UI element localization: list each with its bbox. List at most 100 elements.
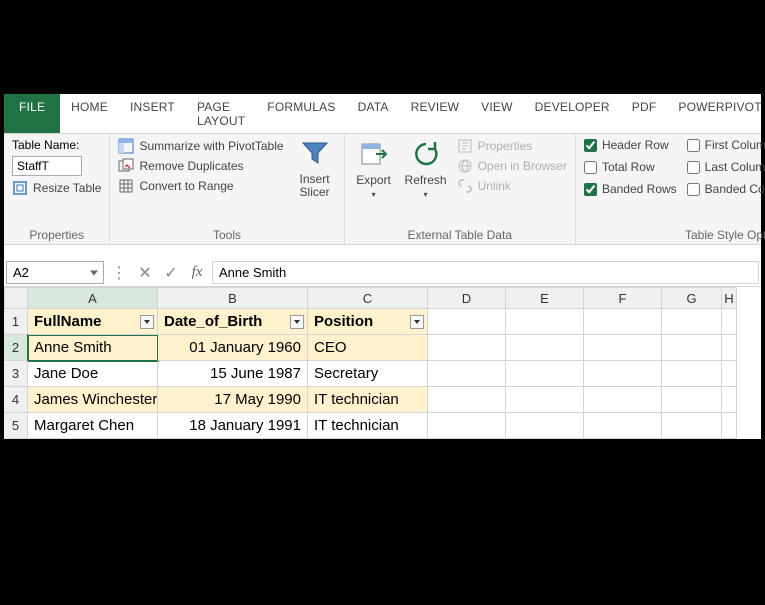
name-box[interactable] (6, 261, 104, 284)
total-row-check[interactable]: Total Row (584, 160, 677, 174)
cell-d3[interactable] (428, 361, 506, 387)
unlink-icon (457, 178, 473, 194)
cell-g2[interactable] (662, 335, 722, 361)
tab-view[interactable]: VIEW (470, 94, 523, 133)
cell-d4[interactable] (428, 387, 506, 413)
tab-review[interactable]: REVIEW (400, 94, 471, 133)
tab-file[interactable]: FILE (4, 94, 60, 133)
cell-f1[interactable] (584, 309, 662, 335)
group-label-properties: Properties (12, 225, 101, 244)
cell-c3[interactable]: Secretary (308, 361, 428, 387)
banded-rows-check[interactable]: Banded Rows (584, 182, 677, 196)
col-header-g[interactable]: G (662, 287, 722, 309)
col-header-h[interactable]: H (722, 287, 737, 309)
select-all-corner[interactable] (4, 287, 28, 309)
tab-pdf[interactable]: PDF (621, 94, 668, 133)
cancel-edit-button[interactable]: ✕ (134, 262, 156, 284)
cell-g1[interactable] (662, 309, 722, 335)
insert-function-button[interactable]: fx (186, 262, 208, 284)
row-header-5[interactable]: 5 (4, 413, 28, 439)
col-header-e[interactable]: E (506, 287, 584, 309)
cell-h1[interactable] (722, 309, 737, 335)
cell-a1[interactable]: FullName (28, 309, 158, 335)
cell-g5[interactable] (662, 413, 722, 439)
table-name-input[interactable] (12, 156, 82, 176)
col-header-f[interactable]: F (584, 287, 662, 309)
cell-a3[interactable]: Jane Doe (28, 361, 158, 387)
range-icon (118, 178, 134, 194)
header-row-check[interactable]: Header Row (584, 138, 677, 152)
summarize-pivot-button[interactable]: Summarize with PivotTable (118, 138, 283, 154)
cell-c5[interactable]: IT technician (308, 413, 428, 439)
banded-columns-check[interactable]: Banded Columns (687, 182, 765, 196)
cell-h3[interactable] (722, 361, 737, 387)
col-header-c[interactable]: C (308, 287, 428, 309)
col-header-a[interactable]: A (28, 287, 158, 309)
cell-c2[interactable]: CEO (308, 335, 428, 361)
browser-icon (457, 158, 473, 174)
insert-slicer-button[interactable]: Insert Slicer (294, 138, 336, 199)
cell-a4[interactable]: James Winchester (28, 387, 158, 413)
confirm-edit-button[interactable]: ✓ (160, 262, 182, 284)
cell-d1[interactable] (428, 309, 506, 335)
tab-powerpivot[interactable]: POWERPIVOT (667, 94, 765, 133)
formula-input[interactable] (212, 261, 759, 284)
tab-home[interactable]: HOME (60, 94, 119, 133)
last-column-check[interactable]: Last Column (687, 160, 765, 174)
cell-a5[interactable]: Margaret Chen (28, 413, 158, 439)
refresh-button[interactable]: Refresh ▾ (405, 138, 447, 199)
convert-range-button[interactable]: Convert to Range (118, 178, 283, 194)
col-header-d[interactable]: D (428, 287, 506, 309)
remove-duplicates-button[interactable]: Remove Duplicates (118, 158, 283, 174)
tab-page-layout[interactable]: PAGE LAYOUT (186, 94, 256, 133)
dedup-icon (118, 158, 134, 174)
col-header-b[interactable]: B (158, 287, 308, 309)
cell-e1[interactable] (506, 309, 584, 335)
column-headers: A B C D E F G H (4, 287, 761, 309)
tab-data[interactable]: DATA (347, 94, 400, 133)
group-tools: Summarize with PivotTable Remove Duplica… (110, 134, 344, 244)
cell-b2[interactable]: 01 January 1960 (158, 335, 308, 361)
row-header-3[interactable]: 3 (4, 361, 28, 387)
group-style-options: Header Row Total Row Banded Rows First C… (576, 134, 765, 244)
tab-insert[interactable]: INSERT (119, 94, 186, 133)
cell-a2[interactable]: Anne Smith (28, 335, 158, 361)
filter-dropdown-icon[interactable] (290, 315, 304, 329)
cell-f4[interactable] (584, 387, 662, 413)
cell-e4[interactable] (506, 387, 584, 413)
cell-d5[interactable] (428, 413, 506, 439)
cell-f3[interactable] (584, 361, 662, 387)
cell-e2[interactable] (506, 335, 584, 361)
cell-c4[interactable]: IT technician (308, 387, 428, 413)
row-header-2[interactable]: 2 (4, 335, 28, 361)
tab-developer[interactable]: DEVELOPER (524, 94, 621, 133)
formula-options-button[interactable]: ⋮ (108, 262, 130, 284)
cell-f2[interactable] (584, 335, 662, 361)
cell-b3[interactable]: 15 June 1987 (158, 361, 308, 387)
cell-h4[interactable] (722, 387, 737, 413)
table-row: 2 Anne Smith 01 January 1960 CEO (4, 335, 761, 361)
row-header-4[interactable]: 4 (4, 387, 28, 413)
cell-b1[interactable]: Date_of_Birth (158, 309, 308, 335)
tab-formulas[interactable]: FORMULAS (256, 94, 346, 133)
first-column-check[interactable]: First Column (687, 138, 765, 152)
cell-g4[interactable] (662, 387, 722, 413)
cell-e5[interactable] (506, 413, 584, 439)
cell-g3[interactable] (662, 361, 722, 387)
resize-table-button[interactable]: Resize Table (12, 180, 101, 196)
cell-f5[interactable] (584, 413, 662, 439)
cell-h2[interactable] (722, 335, 737, 361)
cell-e3[interactable] (506, 361, 584, 387)
cell-b5[interactable]: 18 January 1991 (158, 413, 308, 439)
row-header-1[interactable]: 1 (4, 309, 28, 335)
export-button[interactable]: Export ▾ (353, 138, 395, 199)
resize-icon (12, 180, 28, 196)
filter-dropdown-icon[interactable] (410, 315, 424, 329)
open-browser-button: Open in Browser (457, 158, 567, 174)
cell-d2[interactable] (428, 335, 506, 361)
cell-h5[interactable] (722, 413, 737, 439)
cell-c1[interactable]: Position (308, 309, 428, 335)
cell-b4[interactable]: 17 May 1990 (158, 387, 308, 413)
filter-dropdown-icon[interactable] (140, 315, 154, 329)
name-box-input[interactable] (6, 261, 104, 284)
